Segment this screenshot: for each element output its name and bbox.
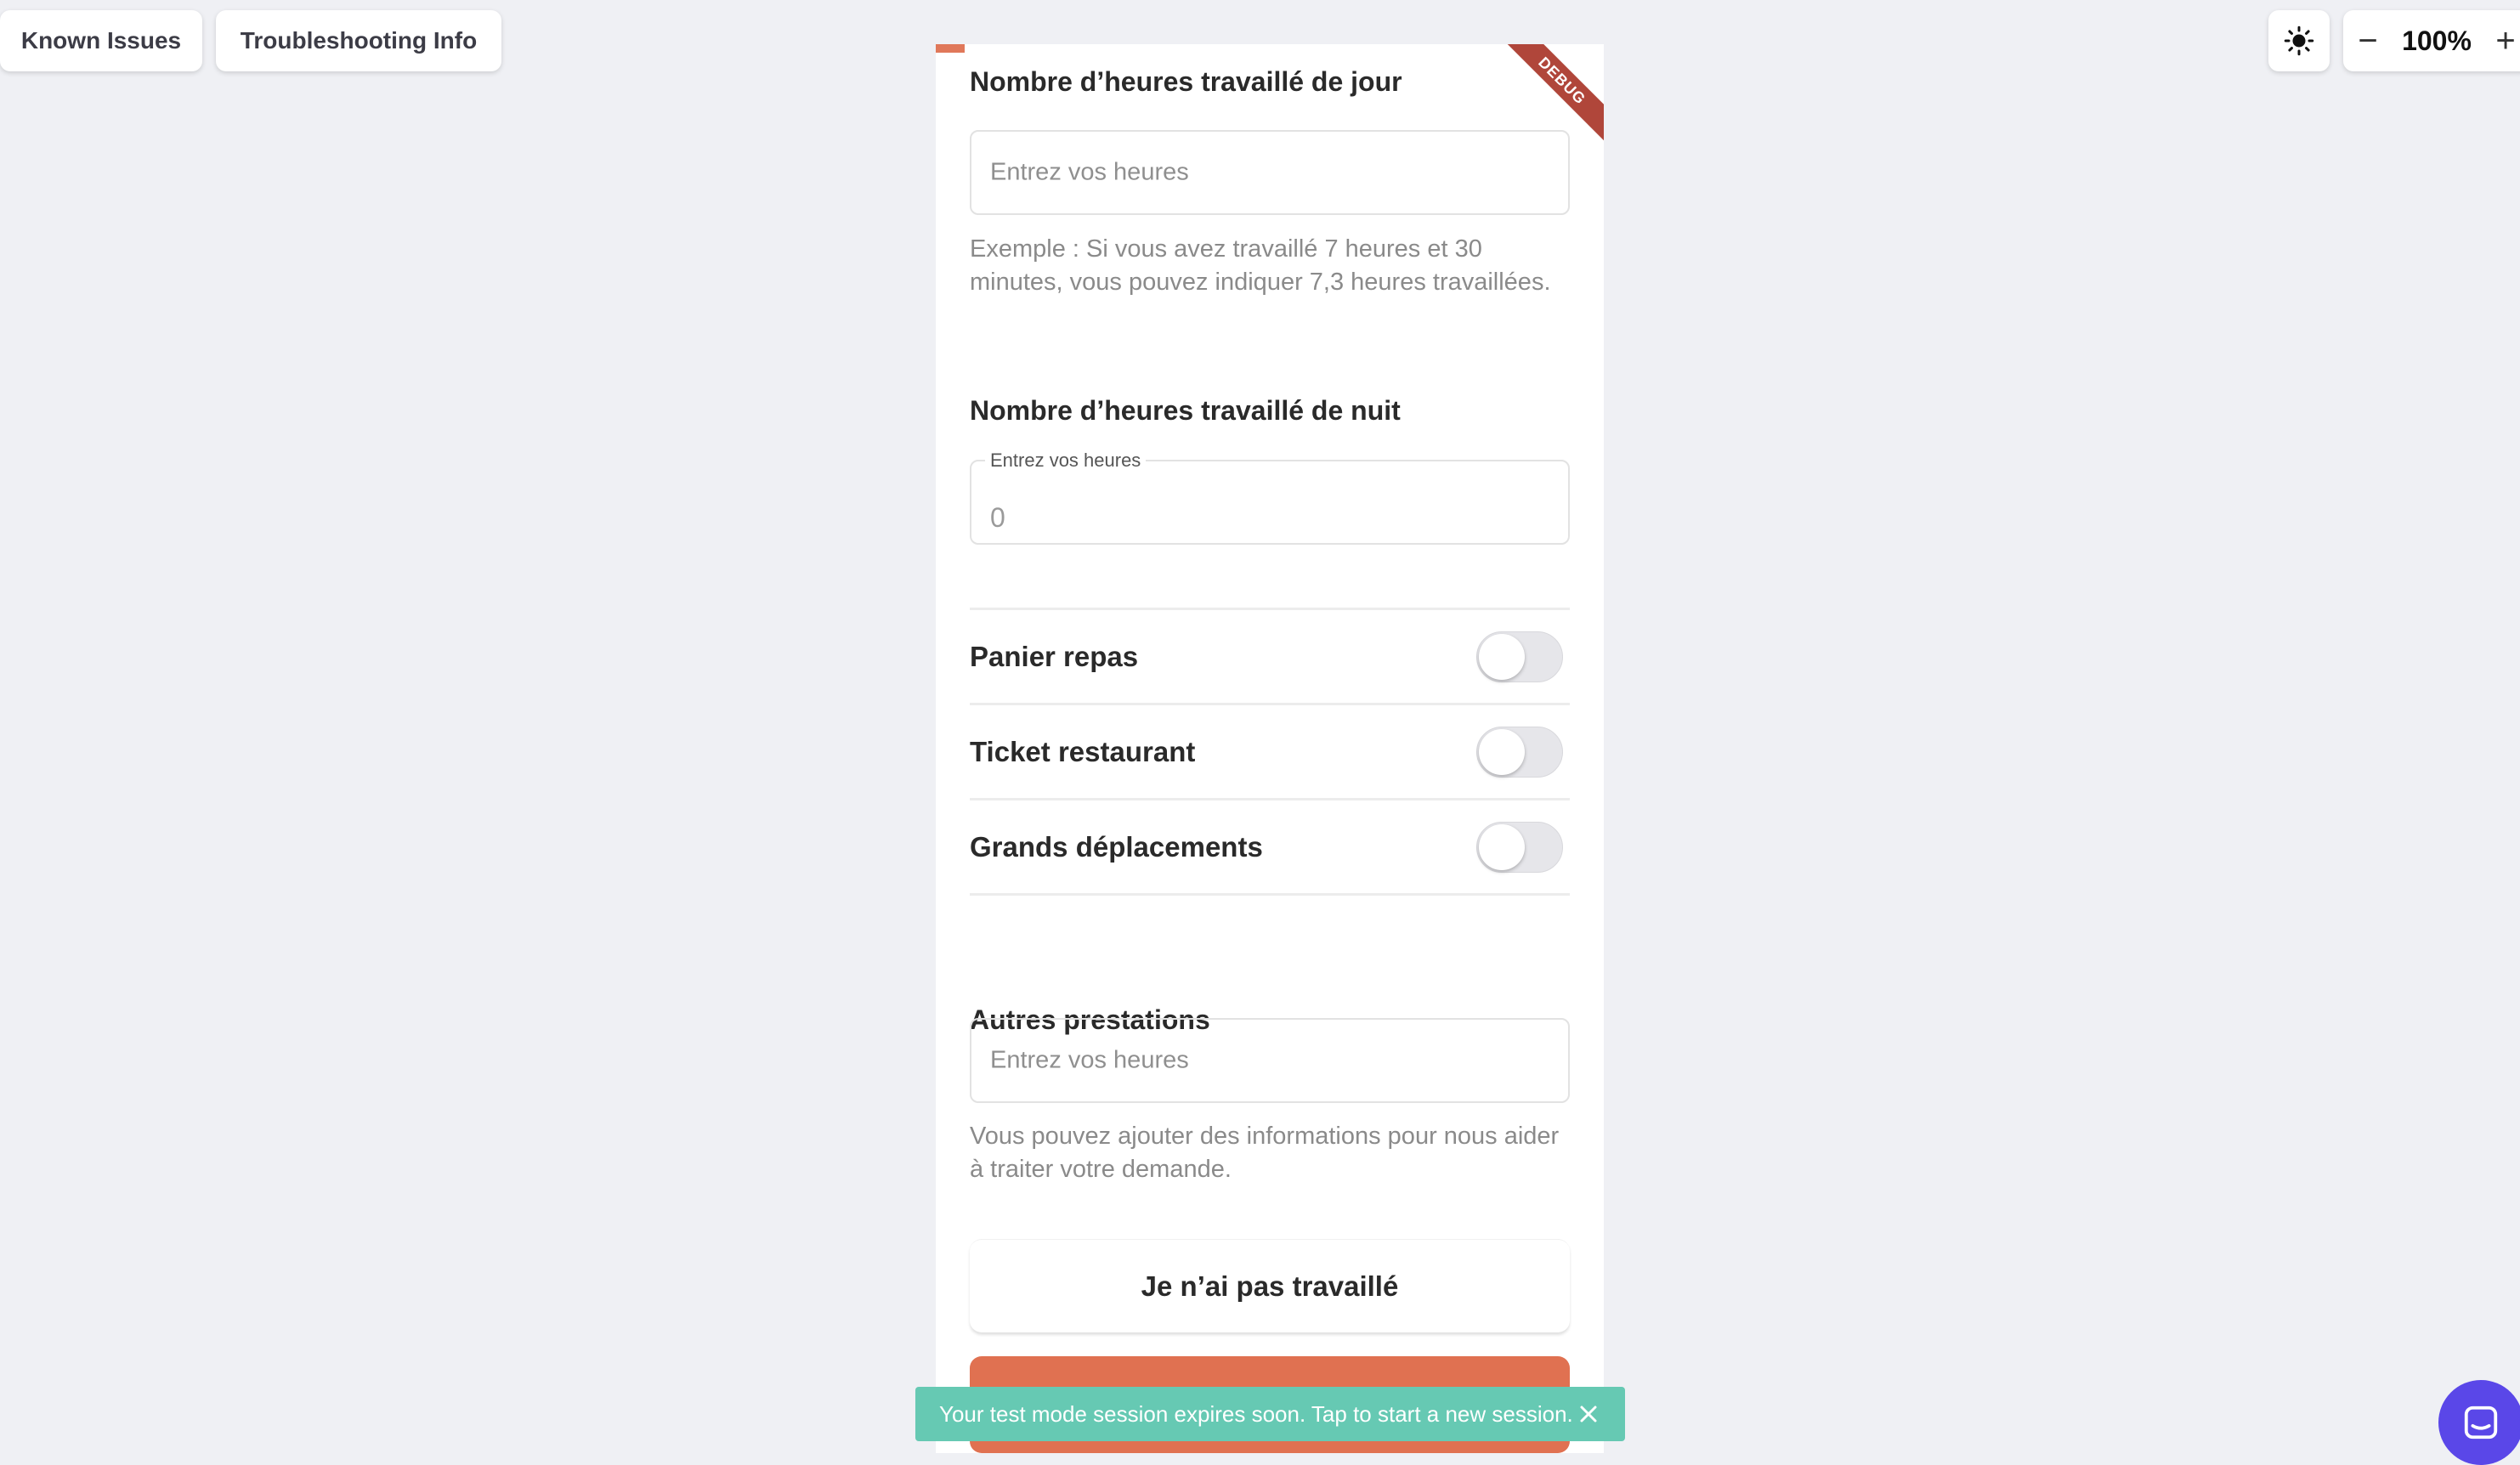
day-hours-title: Nombre d’heures travaillé de jour — [970, 66, 1402, 97]
night-hours-title: Nombre d’heures travaillé de nuit — [970, 395, 1401, 426]
toggle-row-ticket-restaurant: Ticket restaurant — [970, 704, 1570, 800]
grands-deplacements-switch[interactable] — [1476, 822, 1563, 873]
ticket-restaurant-label: Ticket restaurant — [970, 736, 1196, 767]
session-expiry-toast[interactable]: Your test mode session expires soon. Tap… — [915, 1387, 1625, 1441]
toggle-row-panier-repas: Panier repas — [970, 609, 1570, 704]
theme-toggle-button[interactable] — [2268, 10, 2330, 71]
zoom-in-button[interactable]: + — [2493, 22, 2518, 60]
other-services-helper: Vous pouvez ajouter des informations pou… — [970, 1123, 1560, 1183]
app-frame: DEBUG Nombre d’heures travaillé de jour … — [936, 44, 1604, 1453]
divider — [970, 893, 1570, 896]
chat-icon — [2464, 1406, 2498, 1440]
other-services-placeholder: Entrez vos heures — [990, 1046, 1189, 1074]
zoom-control: − 100% + — [2343, 10, 2520, 71]
chat-launcher-button[interactable] — [2438, 1380, 2520, 1465]
ticket-restaurant-switch[interactable] — [1476, 727, 1563, 778]
day-hours-placeholder: Entrez vos heures — [990, 158, 1189, 186]
zoom-out-button[interactable]: − — [2355, 22, 2381, 60]
not-worked-button[interactable]: Je n’ai pas travaillé — [970, 1239, 1570, 1332]
frame-accent-left — [936, 44, 965, 53]
day-hours-helper: Exemple : Si vous avez travaillé 7 heure… — [970, 235, 1551, 296]
grands-deplacements-label: Grands déplacements — [970, 831, 1263, 863]
night-hours-label: Entrez vos heures — [985, 450, 1147, 472]
night-hours-value: 0 — [990, 502, 1005, 533]
switch-knob — [1479, 729, 1525, 775]
sun-icon — [2284, 25, 2314, 56]
switch-knob — [1479, 824, 1525, 870]
night-hours-input[interactable]: Entrez vos heures 0 — [970, 450, 1570, 545]
troubleshooting-info-button[interactable]: Troubleshooting Info — [216, 10, 501, 71]
close-icon[interactable] — [1576, 1401, 1601, 1427]
known-issues-button[interactable]: Known Issues — [0, 10, 202, 71]
panier-repas-label: Panier repas — [970, 641, 1139, 672]
panier-repas-switch[interactable] — [1476, 631, 1563, 682]
toggle-row-grands-deplacements: Grands déplacements — [970, 800, 1570, 895]
zoom-level: 100% — [2402, 25, 2472, 56]
switch-knob — [1479, 634, 1525, 680]
toast-message: Your test mode session expires soon. Tap… — [939, 1400, 1573, 1427]
day-hours-input[interactable]: Entrez vos heures — [970, 130, 1570, 215]
other-services-input[interactable]: Entrez vos heures — [970, 1018, 1570, 1103]
